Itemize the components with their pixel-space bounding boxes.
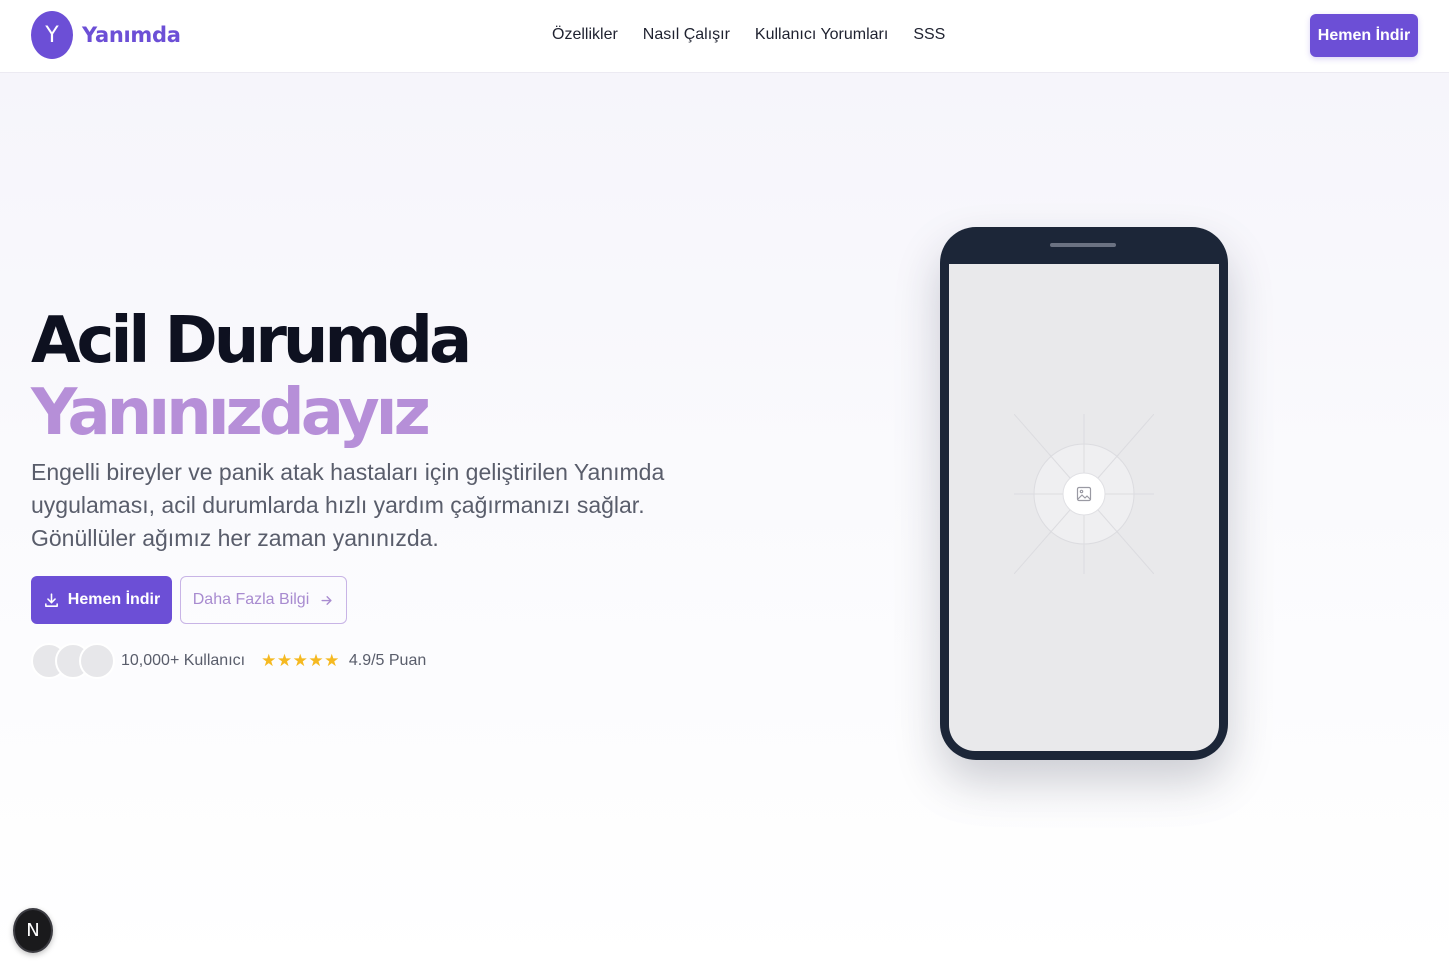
phone-screen: [949, 264, 1219, 751]
rating-stars: ★ ★ ★ ★ ★: [261, 650, 340, 671]
logo-mark: Y: [31, 11, 73, 59]
learn-more-label: Daha Fazla Bilgi: [192, 591, 310, 608]
image-placeholder-icon: [1014, 414, 1154, 574]
dev-tools-badge[interactable]: N: [13, 908, 53, 953]
nav-link-features[interactable]: Özellikler: [552, 25, 618, 45]
user-count: 10,000+ Kullanıcı: [121, 652, 246, 669]
hero-title: Acil Durumda Yanınızdayız: [31, 304, 472, 450]
learn-more-button[interactable]: Daha Fazla Bilgi: [180, 576, 347, 624]
nav-link-how-it-works[interactable]: Nasıl Çalışır: [643, 25, 730, 45]
brand-logo-link[interactable]: Y Yanımda: [31, 11, 181, 59]
avatar: [79, 643, 115, 679]
user-avatars: [31, 643, 115, 679]
rating-score: 4.9/5 Puan: [348, 652, 427, 669]
hero-download-button[interactable]: Hemen İndir: [31, 576, 172, 624]
star-icon: ★: [308, 650, 324, 671]
social-proof: 10,000+ Kullanıcı ★ ★ ★ ★ ★ 4.9/5 Puan: [31, 642, 426, 680]
hero-title-line1: Acil Durumda: [31, 304, 472, 378]
hero-title-line2: Yanınızdayız: [31, 376, 431, 450]
arrow-right-icon: [321, 595, 332, 605]
site-header: Y Yanımda Özellikler Nasıl Çalışır Kulla…: [0, 0, 1449, 73]
main-nav: Özellikler Nasıl Çalışır Kullanıcı Yorum…: [552, 25, 945, 45]
hero-section: Acil Durumda Yanınızdayız Engelli bireyl…: [0, 73, 1449, 968]
download-icon: [44, 592, 58, 607]
brand-name: Yanımda: [82, 23, 181, 47]
star-icon: ★: [292, 650, 308, 671]
nav-link-faq[interactable]: SSS: [913, 25, 945, 45]
nav-link-testimonials[interactable]: Kullanıcı Yorumları: [755, 25, 888, 45]
header-download-button[interactable]: Hemen İndir: [1310, 14, 1418, 57]
phone-mockup: [940, 227, 1228, 760]
phone-speaker: [1050, 243, 1116, 247]
star-icon: ★: [276, 650, 293, 671]
hero-download-label: Hemen İndir: [67, 591, 161, 608]
star-icon: ★: [324, 650, 340, 671]
hero-description: Engelli bireyler ve panik atak hastaları…: [31, 459, 665, 551]
star-icon: ★: [261, 650, 277, 671]
